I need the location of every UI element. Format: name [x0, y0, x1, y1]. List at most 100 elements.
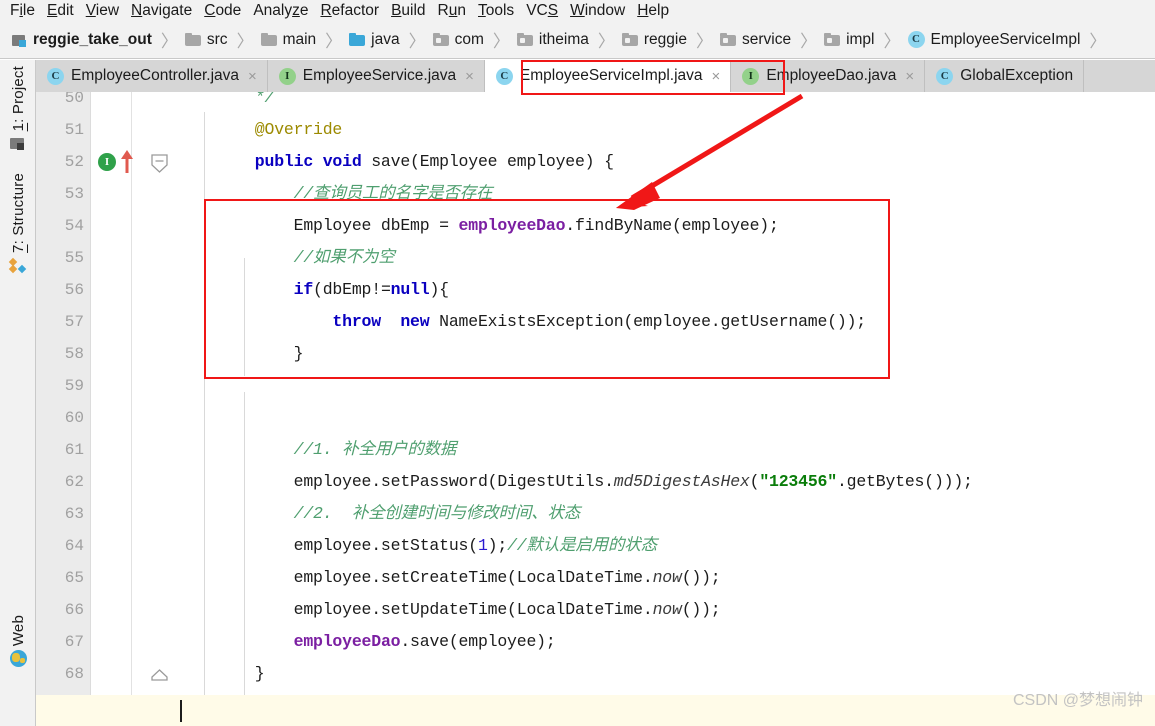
line-number: 55 — [64, 249, 84, 267]
interface-icon: I — [742, 67, 760, 85]
line-number: 56 — [64, 281, 84, 299]
editor-tab-label: EmployeeController.java — [71, 67, 240, 84]
editor-tab-label: EmployeeDao.java — [766, 67, 897, 84]
code-line-text: employee.setCreateTime(LocalDateTime.now… — [216, 568, 721, 587]
editor-tab-label: GlobalException — [960, 67, 1074, 84]
menu-item-navigate[interactable]: Navigate — [125, 1, 198, 21]
sidebar-item-web[interactable]: Web — [0, 615, 36, 668]
breadcrumb-item-reggie_take_out[interactable]: reggie_take_out — [12, 31, 152, 49]
line-number: 61 — [64, 441, 84, 459]
menu-item-run[interactable]: Run — [432, 1, 472, 21]
breadcrumb-item-label: reggie_take_out — [33, 30, 152, 48]
breadcrumb-item-src[interactable]: src — [184, 30, 228, 49]
menu-item-view[interactable]: View — [80, 1, 125, 21]
package-icon — [719, 33, 736, 46]
code-editor[interactable]: 50 */ 51 @Override 52 public void save(Emp… — [36, 92, 1155, 726]
code-line-text: public void save(Employee employee) { — [216, 152, 614, 171]
web-globe-icon — [9, 650, 27, 668]
close-icon[interactable]: × — [712, 69, 721, 84]
class-icon: C — [936, 67, 954, 85]
fold-end-icon[interactable] — [151, 669, 168, 687]
code-line-text: Employee dbEmp = employeeDao.findByName(… — [216, 216, 779, 235]
editor-tab-globalexception[interactable]: C GlobalException — [925, 60, 1085, 92]
editor-tab-employeeservice-java[interactable]: I EmployeeService.java × — [267, 60, 485, 92]
editor-tab-label: EmployeeService.java — [302, 67, 457, 84]
package-icon — [824, 33, 841, 46]
line-number: 51 — [64, 121, 84, 139]
breadcrumb-item-label: src — [206, 30, 228, 48]
menu-item-window[interactable]: Window — [564, 1, 631, 21]
close-icon[interactable]: × — [905, 69, 914, 84]
breadcrumb-separator-icon: 〉 — [160, 32, 178, 51]
package-icon — [432, 33, 449, 46]
line-number: 50 — [64, 92, 84, 107]
breadcrumb-item-com[interactable]: com — [432, 30, 484, 49]
menu-item-file[interactable]: File — [4, 1, 41, 21]
menu-item-edit[interactable]: Edit — [41, 1, 80, 21]
implementing-method-icon[interactable]: I — [98, 153, 116, 171]
breadcrumb-item-label: com — [454, 30, 484, 48]
code-line-text: } — [216, 664, 265, 683]
sidebar-item-structure-label: 7: Structure — [9, 173, 27, 253]
indent-guide — [244, 258, 245, 376]
code-line-text: */ — [216, 92, 275, 107]
breadcrumb-item-impl[interactable]: impl — [824, 31, 875, 49]
breadcrumb-item-label: itheima — [538, 30, 589, 48]
editor-tab-employeecontroller-java[interactable]: C EmployeeController.java × — [36, 60, 268, 92]
menu-item-build[interactable]: Build — [385, 1, 431, 21]
intellij-idea-window: File Edit View Navigate Code Analyze Refactor B… — [0, 0, 1155, 726]
code-line-text: } — [216, 344, 304, 363]
line-number: 53 — [64, 185, 84, 203]
breadcrumb: reggie_take_out 〉 src 〉 main 〉 java 〉 com 〉 itheim… — [0, 21, 1155, 59]
breadcrumb-item-service[interactable]: service — [719, 30, 792, 49]
menu-item-code[interactable]: Code — [198, 1, 247, 21]
menu-item-vcs[interactable]: VCS — [520, 1, 564, 21]
breadcrumb-separator-icon: 〉 — [492, 32, 510, 51]
menu-item-tools[interactable]: Tools — [472, 1, 520, 21]
sidebar-item-web-label: Web — [9, 615, 27, 647]
menu-item-help[interactable]: Help — [631, 1, 675, 21]
project-icon — [9, 135, 27, 151]
line-number: 52 — [64, 153, 84, 171]
watermark: CSDN @梦想闹钟 — [1012, 692, 1143, 709]
close-icon[interactable]: × — [465, 69, 474, 84]
code-line[interactable]: 50 */ — [36, 92, 1155, 114]
breadcrumb-item-itheima[interactable]: itheima — [516, 30, 589, 49]
menu-item-analyze[interactable]: Analyze — [247, 1, 314, 21]
fold-collapse-icon[interactable] — [151, 154, 168, 178]
folder-icon — [184, 33, 201, 46]
code-line-text: //2. 补全创建时间与修改时间、状态 — [216, 504, 581, 523]
folder-icon — [260, 33, 277, 46]
interface-icon: I — [278, 67, 296, 85]
line-number: 63 — [64, 505, 84, 523]
line-number: 68 — [64, 665, 84, 683]
sidebar-item-structure[interactable]: 7: Structure — [0, 173, 36, 274]
breadcrumb-item-java[interactable]: java — [349, 31, 400, 49]
code-line-text: //查询员工的名字是否存在 — [216, 184, 493, 203]
breadcrumb-separator-icon: 〉 — [408, 32, 426, 51]
breadcrumb-separator-icon: 〉 — [1089, 32, 1107, 51]
menu-bar: File Edit View Navigate Code Analyze Refactor B… — [0, 0, 1155, 21]
indent-guide — [244, 392, 245, 702]
code-line-text: employee.setUpdateTime(LocalDateTime.now… — [216, 600, 721, 619]
breadcrumb-item-label: service — [741, 30, 792, 48]
code-line-text: @Override — [216, 120, 343, 139]
breadcrumb-item-employeeserviceimpl[interactable]: C EmployeeServiceImpl — [907, 30, 1081, 49]
code-line-text: throw new NameExistsException(employee.g… — [216, 312, 867, 331]
breadcrumb-item-reggie[interactable]: reggie — [621, 30, 687, 49]
breadcrumb-item-label: reggie — [643, 30, 687, 48]
sidebar-item-project[interactable]: 1: Project — [0, 66, 36, 151]
code-line-text: //1. 补全用户的数据 — [216, 440, 457, 459]
editor-tab-employeedao-java[interactable]: I EmployeeDao.java × — [731, 60, 926, 92]
breadcrumb-item-label: EmployeeServiceImpl — [930, 30, 1081, 48]
indent-guide — [204, 112, 205, 712]
editor-tab-employeeserviceimpl-java[interactable]: C EmployeeServiceImpl.java × — [484, 60, 732, 92]
editor-tab-bar: C EmployeeController.java × I EmployeeServic… — [36, 60, 1155, 92]
class-icon: C — [47, 67, 64, 85]
module-icon — [12, 33, 27, 47]
close-icon[interactable]: × — [248, 69, 257, 84]
sidebar-item-project-label: 1: Project — [9, 66, 27, 132]
breadcrumb-item-main[interactable]: main — [260, 31, 316, 49]
menu-item-refactor[interactable]: Refactor — [314, 1, 385, 21]
class-icon: C — [495, 67, 513, 85]
